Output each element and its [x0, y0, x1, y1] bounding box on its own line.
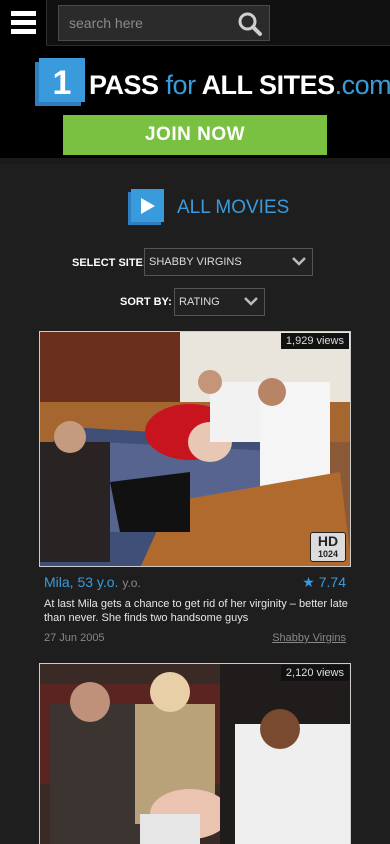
chevron-down-icon	[244, 297, 258, 306]
section-title-text: ALL MOVIES	[177, 197, 290, 218]
movie-card: 1,929 views HD 1024 Mila, 53 y.o. y.o. ★…	[39, 331, 351, 651]
movie-thumbnail-image	[40, 332, 350, 566]
top-bar	[0, 0, 390, 46]
logo-pass: PASS	[89, 70, 159, 100]
search-box	[58, 5, 270, 41]
movie-title[interactable]: Mila, 53 y.o. y.o.	[44, 574, 141, 590]
site-select-value: SHABBY VIRGINS	[149, 256, 242, 268]
logo-dotcom: .com	[334, 70, 390, 100]
movie-title-suffix: y.o.	[122, 576, 141, 590]
sort-select-value: RATING	[179, 296, 220, 308]
movie-site-link[interactable]: Shabby Virgins	[272, 632, 346, 644]
movie-date: 27 Jun 2005	[44, 632, 105, 644]
logo-for: for	[165, 70, 197, 100]
site-logo[interactable]: 1 PASS for ALL SITES.com	[35, 58, 390, 108]
hd-resolution: 1024	[317, 549, 339, 559]
play-icon	[128, 189, 164, 225]
logo-badge-icon: 1	[35, 58, 85, 106]
hd-badge: HD 1024	[310, 532, 346, 562]
movie-thumbnail[interactable]: 2,120 views	[39, 663, 351, 844]
movie-title-text: Mila, 53 y.o.	[44, 574, 119, 590]
join-now-button[interactable]: JOIN NOW	[63, 115, 327, 155]
search-input[interactable]	[59, 6, 229, 40]
movie-description: At last Mila gets a chance to get rid of…	[44, 598, 348, 624]
select-site-label: SELECT SITE:	[72, 257, 147, 269]
site-header: 1 PASS for ALL SITES.com JOIN NOW	[0, 46, 390, 164]
sort-by-label: SORT BY:	[120, 296, 172, 308]
logo-text: PASS for ALL SITES.com	[89, 70, 390, 101]
movie-thumbnail[interactable]: 1,929 views HD 1024	[39, 331, 351, 567]
views-count: 2,120 views	[280, 665, 349, 681]
sort-select[interactable]: RATING	[174, 288, 265, 316]
hamburger-menu-icon[interactable]	[0, 0, 47, 46]
logo-number: 1	[53, 64, 72, 102]
search-icon[interactable]	[237, 11, 263, 37]
movie-thumbnail-image	[40, 664, 350, 844]
hd-label: HD	[317, 533, 339, 549]
logo-all-sites: ALL SITES	[201, 70, 336, 100]
views-count: 1,929 views	[280, 333, 349, 349]
movie-card: 2,120 views	[39, 663, 351, 844]
site-select[interactable]: SHABBY VIRGINS	[144, 248, 313, 276]
movie-rating: ★ 7.74	[302, 574, 346, 590]
chevron-down-icon	[292, 257, 306, 266]
